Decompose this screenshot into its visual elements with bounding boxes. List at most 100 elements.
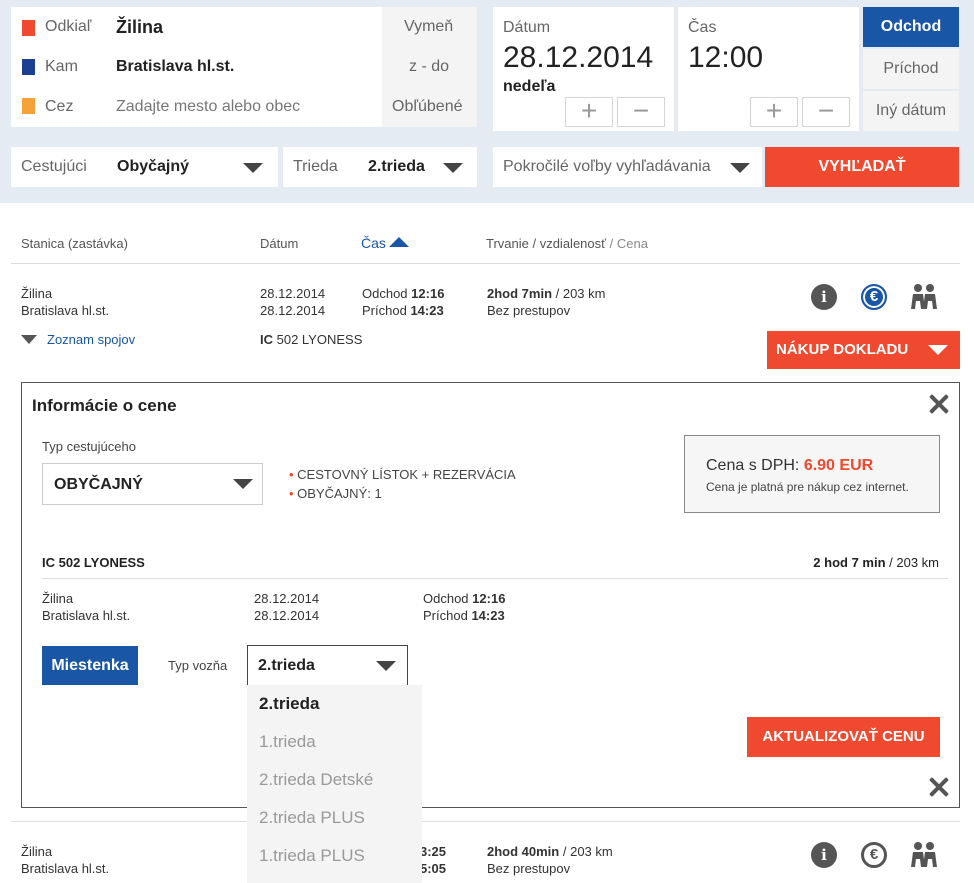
chevron-down-icon: [376, 661, 396, 671]
panel-title: Informácie o cene: [32, 396, 177, 415]
advanced-options-select[interactable]: Pokročilé voľby vyhľadávania: [493, 147, 762, 187]
panel-dep-label: Odchod: [423, 591, 469, 606]
route-box: Odkiaľ Žilina Vymeň Kam Bratislava hl.st…: [11, 7, 477, 127]
dropdown-option[interactable]: 2.trieda Detské: [247, 761, 422, 799]
buy-ticket-button[interactable]: NÁKUP DOKLADU: [767, 331, 960, 369]
row2-from: Žilina: [21, 844, 53, 859]
seat-reservation-button[interactable]: Miestenka: [42, 646, 138, 685]
advanced-label: Pokročilé voľby vyhľadávania: [503, 158, 711, 175]
traveler-value: Obyčajný: [117, 158, 190, 175]
dropdown-option[interactable]: 2.trieda: [247, 685, 422, 723]
date-box: Dátum 28.12.2014 nedeľa + −: [493, 7, 674, 131]
swap-button[interactable]: Vymeň: [404, 18, 453, 36]
panel-from: Žilina: [42, 591, 74, 606]
via-flag-icon: [22, 98, 35, 114]
chevron-down-icon: [21, 335, 37, 344]
to-input[interactable]: Bratislava hl.st.: [116, 58, 234, 76]
panel-date2: 28.12.2014: [254, 608, 320, 623]
passengers-icon[interactable]: [909, 841, 939, 869]
bullet-item: OBYČAJNÝ: 1: [297, 486, 382, 501]
car-type-value: 2.trieda: [258, 657, 315, 674]
date-value[interactable]: 28.12.2014: [503, 41, 653, 75]
row1-train-name: 502 LYONESS: [273, 332, 363, 347]
chevron-down-icon: [928, 345, 948, 355]
row1-transfers: Bez prestupov: [487, 303, 571, 318]
row1-stations: Žilina Bratislava hl.st.: [21, 285, 109, 319]
panel-to: Bratislava hl.st.: [42, 608, 131, 623]
price-box: Cena s DPH: 6.90 EUR Cena je platná pre …: [684, 435, 940, 513]
euro-icon[interactable]: €: [861, 284, 887, 310]
euro-icon[interactable]: €: [861, 842, 887, 868]
list-link[interactable]: Zoznam spojov: [47, 332, 135, 347]
row1-arr-time: 14:23: [410, 303, 444, 318]
time-plus-button[interactable]: +: [750, 97, 798, 127]
row1-arr-label: Príchod: [362, 303, 407, 318]
train-duration-value: 2 hod 7 min: [813, 555, 886, 570]
header-date[interactable]: Dátum: [260, 236, 298, 251]
other-date-button[interactable]: Iný dátum: [863, 91, 959, 131]
from-label: Odkiaľ: [45, 18, 92, 35]
arrival-mode-button[interactable]: Príchod: [863, 49, 959, 89]
search-button[interactable]: VYHĽADAŤ: [765, 147, 959, 187]
train-distance: / 203 km: [885, 555, 939, 570]
from-flag-icon: [22, 20, 35, 36]
row1-train: IC 502 LYONESS: [260, 331, 362, 348]
divider: [11, 821, 960, 822]
time-minus-button[interactable]: −: [802, 97, 850, 127]
date-minus-button[interactable]: −: [617, 97, 665, 127]
info-icon[interactable]: i: [811, 284, 837, 310]
traveler-label: Cestujúci: [21, 158, 87, 175]
header-station[interactable]: Stanica (zastávka): [21, 236, 128, 251]
header-duration[interactable]: Trvanie / vzdialenosť / Cena: [486, 236, 648, 251]
time-value[interactable]: 12:00: [688, 41, 763, 75]
price-note: Cena je platná pre nákup cez internet.: [706, 480, 909, 494]
price-value: 6.90 EUR: [803, 457, 874, 474]
header-price-label: / Cena: [606, 236, 648, 251]
row1-dep-time: 12:16: [411, 286, 445, 301]
header-time[interactable]: Čas: [361, 235, 386, 251]
panel-arr-label: Príchod: [423, 608, 468, 623]
row2-duration-value: 2hod 40min: [487, 844, 560, 859]
info-icon[interactable]: i: [811, 842, 837, 868]
chevron-down-icon: [233, 479, 253, 489]
row2-transfers: Bez prestupov: [487, 861, 571, 876]
dropdown-option[interactable]: 1.trieda PLUS: [247, 837, 422, 875]
train-duration: 2 hod 7 min / 203 km: [813, 555, 939, 570]
divider: [11, 263, 960, 264]
to-flag-icon: [22, 59, 35, 75]
via-label: Cez: [45, 98, 74, 115]
panel-times: Odchod 12:16 Príchod 14:23: [423, 590, 505, 624]
close-icon[interactable]: [928, 776, 950, 798]
row2-stations: Žilina Bratislava hl.st.: [21, 843, 109, 877]
traveler-select[interactable]: Cestujúci Obyčajný: [11, 147, 278, 187]
date-plus-button[interactable]: +: [565, 97, 613, 127]
row1-date2: 28.12.2014: [260, 303, 326, 318]
from-to-button[interactable]: z - do: [409, 58, 449, 76]
time-box: Čas 12:00 + −: [678, 7, 859, 131]
row2-distance: / 203 km: [559, 844, 613, 859]
panel-date1: 28.12.2014: [254, 591, 320, 606]
chevron-down-icon: [243, 163, 263, 173]
row2-to: Bratislava hl.st.: [21, 861, 110, 876]
row1-date1: 28.12.2014: [260, 286, 326, 301]
close-icon[interactable]: [928, 393, 950, 415]
dropdown-option[interactable]: 1.trieda: [247, 723, 422, 761]
traveler-type-select[interactable]: OBYČAJNÝ: [42, 463, 263, 505]
chevron-down-icon: [443, 163, 463, 173]
from-input[interactable]: Žilina: [116, 17, 163, 38]
dropdown-option[interactable]: 2.trieda PLUS: [247, 799, 422, 837]
car-type-label: Typ vozňa: [168, 658, 228, 673]
car-type-select[interactable]: 2.trieda: [247, 645, 408, 686]
bullet-item: CESTOVNÝ LÍSTOK + REZERVÁCIA: [297, 467, 516, 482]
row1-distance: / 203 km: [552, 286, 606, 301]
panel-dep-time: 12:16: [472, 591, 506, 606]
favorites-button[interactable]: Obľúbené: [392, 98, 463, 116]
ticket-bullets: • CESTOVNÝ LÍSTOK + REZERVÁCIA • OBYČAJN…: [289, 467, 516, 501]
panel-stations: Žilina Bratislava hl.st.: [42, 590, 130, 624]
update-price-button[interactable]: AKTUALIZOVAŤ CENU: [747, 717, 940, 757]
passengers-icon[interactable]: [909, 283, 939, 311]
via-input[interactable]: Zadajte mesto alebo obec: [116, 98, 300, 116]
departure-mode-button[interactable]: Odchod: [863, 7, 959, 47]
class-select[interactable]: Trieda 2.trieda: [283, 147, 477, 187]
train-title: IC 502 LYONESS: [42, 555, 145, 570]
